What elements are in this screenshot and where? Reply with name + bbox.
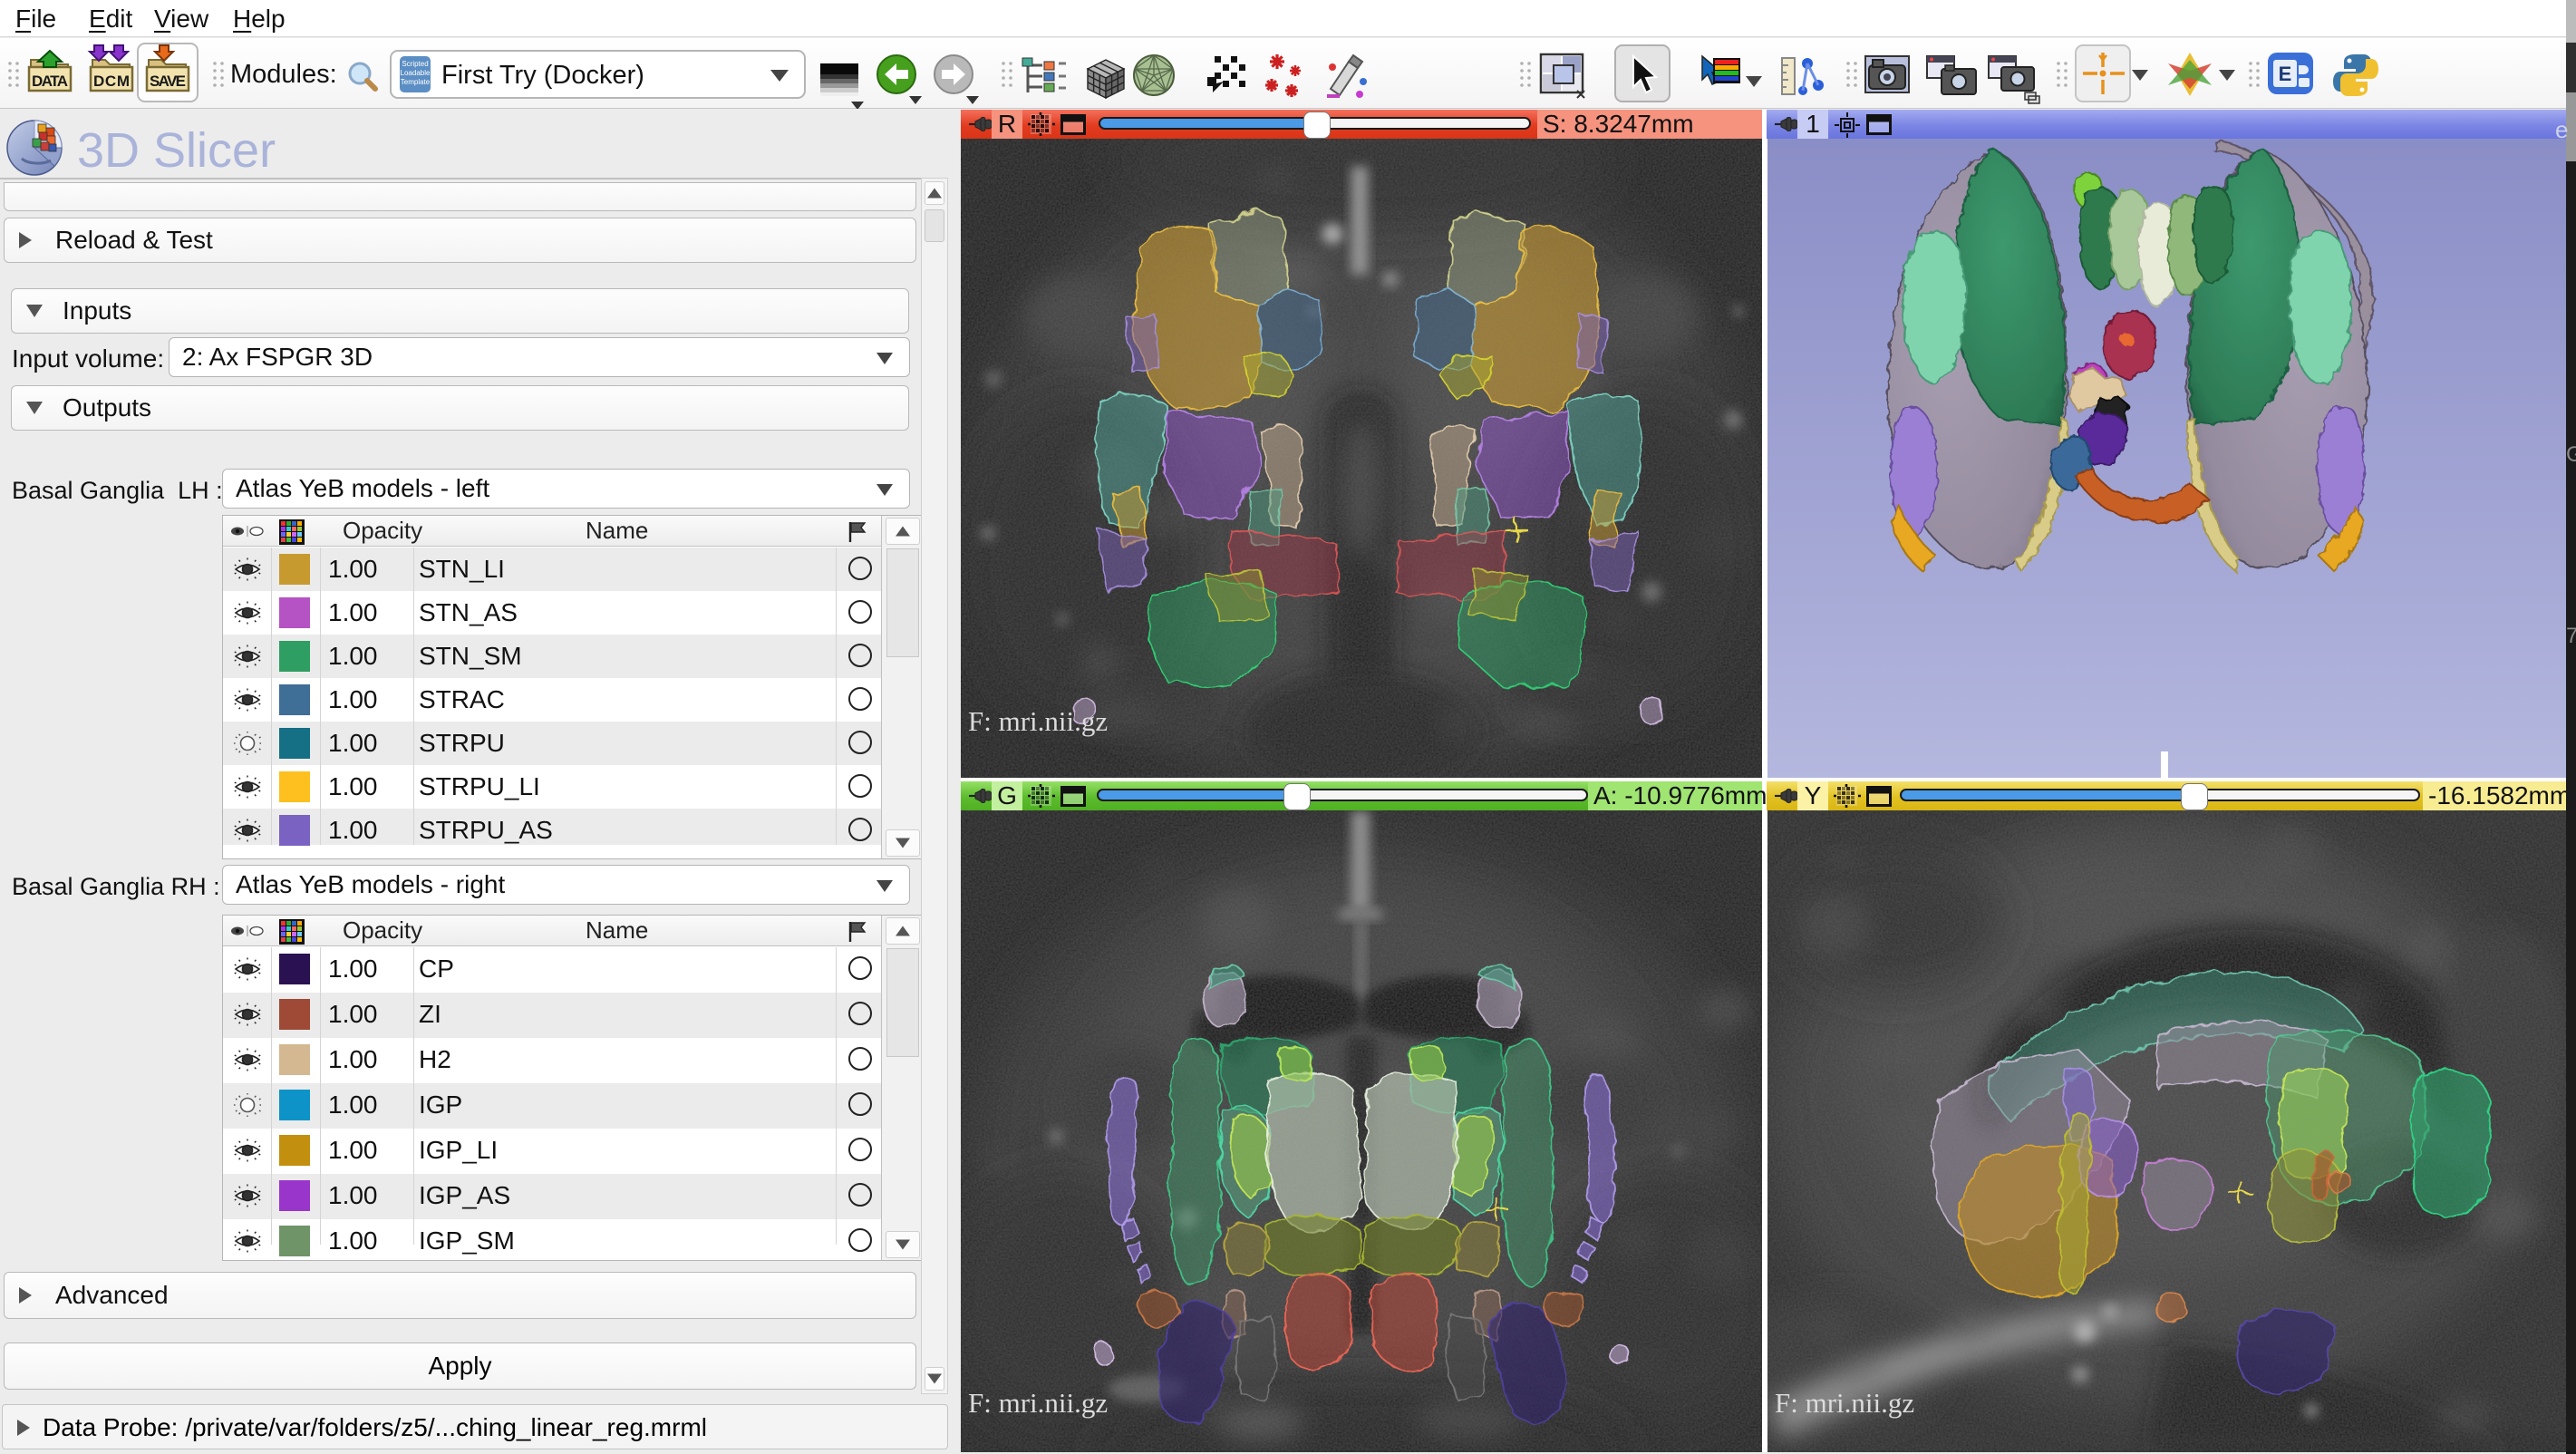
svg-text:Scripted: Scripted [402, 60, 428, 68]
svg-text:DATA: DATA [32, 73, 68, 90]
svg-text:F: mri.nii.gz: F: mri.nii.gz [1775, 1387, 1914, 1419]
svg-text:Loadable: Loadable [401, 69, 431, 77]
svg-text:Modules:: Modules: [230, 60, 337, 89]
svg-text:DCM: DCM [93, 73, 130, 90]
svg-text:E: E [2279, 63, 2292, 85]
svg-text:F: mri.nii.gz: F: mri.nii.gz [968, 1387, 1108, 1419]
svg-text:SAVE: SAVE [150, 73, 186, 90]
svg-text:Template: Template [401, 78, 431, 86]
svg-text:F: mri.nii.gz: F: mri.nii.gz [968, 705, 1108, 737]
svg-text:First Try (Docker): First Try (Docker) [441, 61, 644, 90]
